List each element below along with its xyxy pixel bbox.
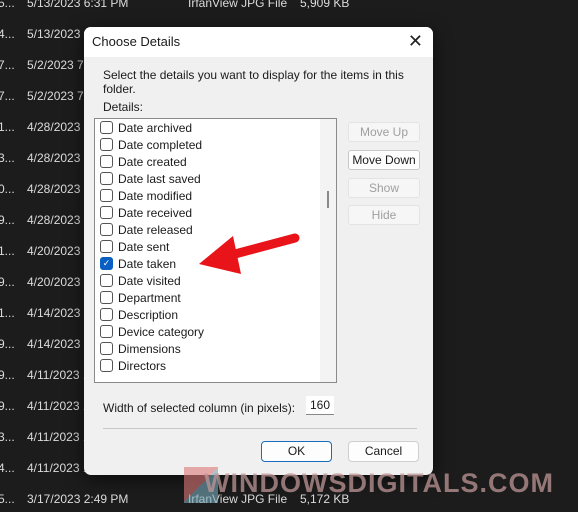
file-n: 7... xyxy=(0,89,15,103)
checkbox[interactable] xyxy=(100,342,113,355)
checkbox[interactable] xyxy=(100,240,113,253)
detail-item[interactable]: Device category xyxy=(95,323,336,340)
title-bar: Choose Details ✕ xyxy=(84,27,433,57)
file-n: 5... xyxy=(0,0,15,10)
file-n: 9... xyxy=(0,337,15,351)
detail-item[interactable]: Description xyxy=(95,306,336,323)
width-label: Width of selected column (in pixels): xyxy=(103,401,296,415)
file-date: 4/11/2023 1: xyxy=(27,399,93,413)
file-n: 3... xyxy=(0,430,15,444)
detail-label: Date released xyxy=(118,222,193,237)
detail-label: Date archived xyxy=(118,120,193,135)
file-n: 4... xyxy=(0,27,15,41)
file-n: 1... xyxy=(0,120,15,134)
file-n: 3... xyxy=(0,151,15,165)
file-n: 9... xyxy=(0,275,15,289)
file-date: 4/11/2023 1: xyxy=(27,461,93,475)
file-n: 9... xyxy=(0,213,15,227)
file-n: 9... xyxy=(0,368,15,382)
file-n: 0... xyxy=(0,182,15,196)
checkbox[interactable] xyxy=(100,189,113,202)
detail-label: Date created xyxy=(118,154,187,169)
file-type: IrfanView JPG File xyxy=(188,0,288,10)
file-n: 1... xyxy=(0,244,15,258)
watermark: WINDOWSDIGITALS.COM xyxy=(204,468,554,498)
file-date: 5/13/2023 6:31 PM xyxy=(27,0,129,10)
detail-label: Device category xyxy=(118,324,205,339)
detail-label: Date visited xyxy=(118,273,181,288)
checkbox[interactable]: ✓ xyxy=(100,257,113,270)
detail-label: Date received xyxy=(118,205,193,220)
file-n: 7... xyxy=(0,58,15,72)
detail-label: Date sent xyxy=(118,239,170,254)
scrollbar[interactable] xyxy=(320,119,336,382)
close-icon[interactable]: ✕ xyxy=(408,31,423,52)
width-input[interactable]: 160 xyxy=(306,396,334,415)
detail-item[interactable]: Directors xyxy=(95,357,336,374)
checkbox[interactable] xyxy=(100,325,113,338)
checkbox[interactable] xyxy=(100,308,113,321)
show-button[interactable]: Show xyxy=(348,178,420,198)
file-date: 4/11/2023 1: xyxy=(27,430,93,444)
detail-label: Date completed xyxy=(118,137,203,152)
dialog-title: Choose Details xyxy=(92,34,181,49)
detail-item[interactable]: Date archived xyxy=(95,119,336,136)
checkbox[interactable] xyxy=(100,359,113,372)
checkbox[interactable] xyxy=(100,274,113,287)
file-n: 5... xyxy=(0,492,15,506)
file-date: 3/17/2023 2:49 PM xyxy=(27,492,129,506)
checkbox[interactable] xyxy=(100,291,113,304)
detail-item[interactable]: Date created xyxy=(95,153,336,170)
detail-item[interactable]: Dimensions xyxy=(95,340,336,357)
detail-label: Date modified xyxy=(118,188,193,203)
detail-label: Date last saved xyxy=(118,171,201,186)
file-n: 4... xyxy=(0,461,15,475)
detail-item[interactable]: Date completed xyxy=(95,136,336,153)
detail-label: Description xyxy=(118,307,179,322)
detail-label: Department xyxy=(118,290,181,305)
hide-button[interactable]: Hide xyxy=(348,205,420,225)
detail-item[interactable]: Date last saved xyxy=(95,170,336,187)
checkbox[interactable] xyxy=(100,223,113,236)
cancel-button[interactable]: Cancel xyxy=(348,441,419,462)
ok-button[interactable]: OK xyxy=(261,441,332,462)
red-arrow-annotation xyxy=(199,233,300,274)
divider xyxy=(103,428,417,429)
detail-item[interactable]: Department xyxy=(95,289,336,306)
detail-label: Date taken xyxy=(118,256,177,271)
checkbox[interactable] xyxy=(100,155,113,168)
checkbox[interactable] xyxy=(100,138,113,151)
file-date: 4/11/2023 1: xyxy=(27,368,93,382)
checkbox[interactable] xyxy=(100,121,113,134)
scrollbar-thumb[interactable] xyxy=(327,191,329,208)
file-size: 5,909 KB xyxy=(300,0,350,10)
checkbox[interactable] xyxy=(100,206,113,219)
detail-item[interactable]: Date modified xyxy=(95,187,336,204)
move-up-button[interactable]: Move Up xyxy=(348,122,420,142)
checkbox[interactable] xyxy=(100,172,113,185)
instruction-text: Select the details you want to display f… xyxy=(103,68,404,96)
details-label: Details: xyxy=(103,100,144,114)
detail-label: Directors xyxy=(118,358,167,373)
move-down-button[interactable]: Move Down xyxy=(348,150,420,170)
detail-label: Dimensions xyxy=(118,341,181,356)
file-n: 1... xyxy=(0,306,15,320)
detail-item[interactable]: Date received xyxy=(95,204,336,221)
file-n: 9... xyxy=(0,399,15,413)
